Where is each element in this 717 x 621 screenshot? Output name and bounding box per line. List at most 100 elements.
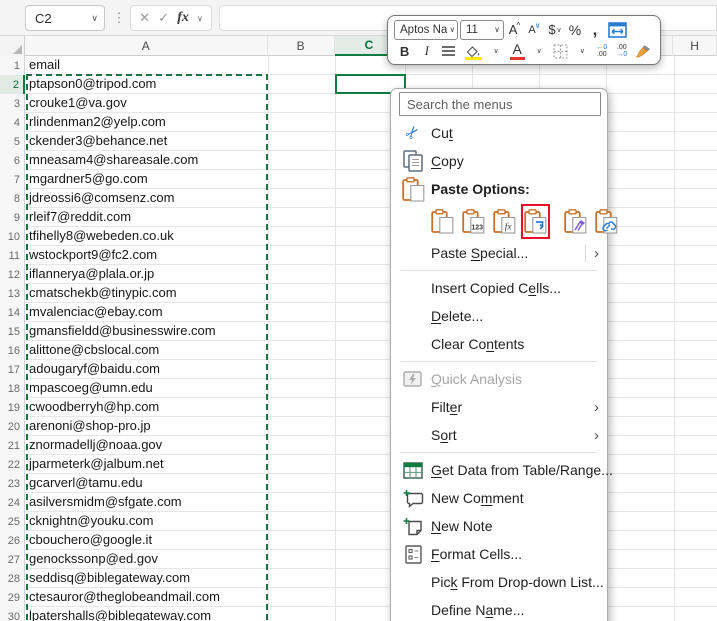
cell-A5[interactable]: ckender3@behance.net [25,132,268,151]
row-header-30[interactable]: 30 [0,607,25,621]
row-header-5[interactable]: 5 [0,132,25,151]
row-header-18[interactable]: 18 [0,379,25,398]
fill-color-button[interactable] [462,41,485,61]
cell-A4[interactable]: rlindenman2@yelp.com [25,113,268,132]
menu-item-paste-options-label[interactable]: Paste Options: [391,175,607,203]
cell-A18[interactable]: mpascoeg@umn.edu [25,379,268,398]
menu-item-delete[interactable]: Delete... [391,302,607,330]
row-header-17[interactable]: 17 [0,360,25,379]
row-header-15[interactable]: 15 [0,322,25,341]
increase-font-size-button[interactable]: A ^ [506,20,524,40]
row-header-21[interactable]: 21 [0,436,25,455]
cell-A30[interactable]: lpatershalls@biblegateway.com [25,607,268,621]
autofit-column-width-icon[interactable] [606,20,629,40]
cell-A9[interactable]: rleif7@reddit.com [25,208,268,227]
menu-item-format-cells[interactable]: Format Cells... [391,540,607,568]
cell-A23[interactable]: gcarverl@tamu.edu [25,474,268,493]
row-header-20[interactable]: 20 [0,417,25,436]
menu-item-get-data-from-table-range[interactable]: Get Data from Table/Range... [391,456,613,484]
row-header-23[interactable]: 23 [0,474,25,493]
cell-A1[interactable]: email [25,56,268,75]
font-color-dropdown[interactable]: ∨ [530,41,548,61]
row-header-27[interactable]: 27 [0,550,25,569]
sheet-grid[interactable]: 1 email 2 ptapson0@tripod.com 3 crouke1@va.go… [0,56,717,621]
row-header-1[interactable]: 1 [0,56,25,75]
insert-function-icon[interactable]: fx [177,10,189,26]
cell-A17[interactable]: adougaryf@baidu.com [25,360,268,379]
row-header-19[interactable]: 19 [0,398,25,417]
cell-A26[interactable]: cbouchero@google.it [25,531,268,550]
row-header-25[interactable]: 25 [0,512,25,531]
cell-A25[interactable]: cknightn@youku.com [25,512,268,531]
paste-transpose-icon[interactable] [521,203,550,239]
cell-A16[interactable]: alittone@cbslocal.com [25,341,268,360]
cell-A22[interactable]: jparmeterk@jalbum.net [25,455,268,474]
format-painter-icon[interactable] [633,41,654,61]
cell-A13[interactable]: cmatschekb@tinypic.com [25,284,268,303]
cell-A8[interactable]: jdreossi6@comsenz.com [25,189,268,208]
row-header-26[interactable]: 26 [0,531,25,550]
font-size-combo[interactable]: 11 ∨ [460,19,504,40]
italic-button[interactable]: I [417,41,436,61]
cell-A19[interactable]: cwoodberryh@hp.com [25,398,268,417]
fill-color-dropdown[interactable]: ∨ [487,41,505,61]
row-header-9[interactable]: 9 [0,208,25,227]
paste-values-icon[interactable]: 123 [462,206,485,237]
menu-item-paste-special[interactable]: Paste Special... › [391,239,607,267]
font-color-button[interactable]: A [507,41,528,61]
comma-style-button[interactable]: , [586,20,604,40]
accounting-format-button[interactable]: $ ∨ [546,20,564,40]
increase-decimal-button[interactable]: ←0.00 [593,41,611,61]
column-header-H[interactable]: H [673,36,717,56]
paste-formulas-icon[interactable]: fx [493,206,516,237]
menu-item-cut[interactable]: ✂ Cut [391,119,607,147]
cell-A6[interactable]: mneasam4@shareasale.com [25,151,268,170]
formula-bar-options-handle[interactable]: ⋮ [113,4,126,32]
cell-A2[interactable]: ptapson0@tripod.com [25,75,268,94]
percent-style-button[interactable]: % [566,20,584,40]
cell-A29[interactable]: ctesauror@theglobeandmail.com [25,588,268,607]
borders-dropdown[interactable]: ∨ [573,41,591,61]
cell-A20[interactable]: arenoni@shop-pro.jp [25,417,268,436]
row-header-12[interactable]: 12 [0,265,25,284]
cell-A7[interactable]: mgardner5@go.com [25,170,268,189]
chevron-down-icon[interactable]: ∨ [197,14,203,23]
menu-item-new-comment[interactable]: New Comment [391,484,607,512]
cell-A27[interactable]: genockssonp@ed.gov [25,550,268,569]
cell-A10[interactable]: tfihelly8@webeden.co.uk [25,227,268,246]
row-header-10[interactable]: 10 [0,227,25,246]
select-all-corner[interactable] [0,36,25,56]
column-header-B[interactable]: B [268,36,335,56]
row-header-28[interactable]: 28 [0,569,25,588]
row-header-16[interactable]: 16 [0,341,25,360]
paste-formatting-icon[interactable] [564,206,587,237]
row-header-24[interactable]: 24 [0,493,25,512]
row-header-29[interactable]: 29 [0,588,25,607]
decrease-font-size-button[interactable]: A ∨ [526,20,544,40]
menu-item-sort[interactable]: Sort › [391,421,607,449]
enter-icon[interactable]: ✓ [158,10,169,26]
menu-item-define-name[interactable]: Define Name... [391,596,607,621]
cell-A12[interactable]: iflannerya@plala.or.jp [25,265,268,284]
row-header-22[interactable]: 22 [0,455,25,474]
borders-button[interactable] [550,41,571,61]
row-header-2[interactable]: 2 [0,75,25,94]
chevron-down-icon[interactable]: ∨ [91,13,98,24]
menu-item-copy[interactable]: Copy [391,147,607,175]
decrease-decimal-button[interactable]: .00 →0 [613,41,631,61]
bold-button[interactable]: B [394,41,415,61]
row-header-3[interactable]: 3 [0,94,25,113]
cancel-icon[interactable]: ✕ [139,10,150,26]
center-align-icon[interactable] [438,41,459,61]
name-box[interactable]: C2 ∨ [25,5,105,31]
row-header-4[interactable]: 4 [0,113,25,132]
row-header-11[interactable]: 11 [0,246,25,265]
cell-A11[interactable]: wstockport9@fc2.com [25,246,268,265]
row-header-8[interactable]: 8 [0,189,25,208]
column-header-A[interactable]: A [25,36,268,56]
cell-A3[interactable]: crouke1@va.gov [25,94,268,113]
row-header-13[interactable]: 13 [0,284,25,303]
cell-A14[interactable]: mvalenciac@ebay.com [25,303,268,322]
row-header-6[interactable]: 6 [0,151,25,170]
menu-item-insert-copied-cells[interactable]: Insert Copied Cells... [391,274,607,302]
